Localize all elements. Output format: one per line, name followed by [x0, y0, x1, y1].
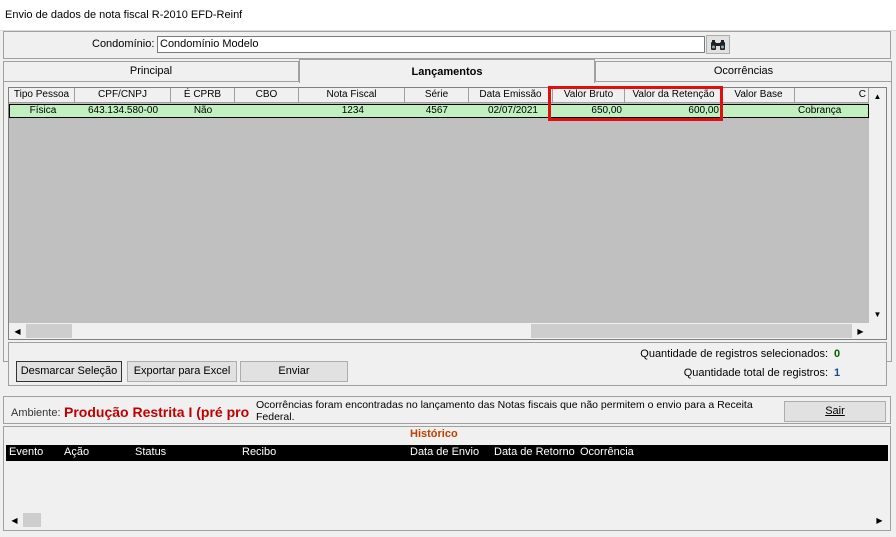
tab-lancamentos[interactable]: Lançamentos: [299, 59, 595, 83]
historico-list[interactable]: [6, 461, 888, 512]
binoculars-icon: [711, 39, 725, 50]
scroll-up-icon[interactable]: ▲: [869, 88, 886, 105]
total-count-label: Quantidade total de registros:: [683, 367, 828, 379]
window-title: Envio de dados de nota fiscal R-2010 EFD…: [0, 0, 896, 30]
col-data-emissao[interactable]: Data Emissão: [469, 88, 553, 103]
selected-count-value: 0: [834, 348, 841, 360]
ambiente-value: Produção Restrita I (pré pro: [64, 404, 250, 420]
col-cpf-cnpj[interactable]: CPF/CNPJ: [75, 88, 171, 103]
sair-button[interactable]: Sair: [784, 401, 886, 422]
desmarcar-selecao-button[interactable]: Desmarcar Seleção: [16, 361, 122, 382]
hscroll-thumb[interactable]: [531, 324, 853, 338]
tab-ocorrencias-label: Ocorrências: [713, 65, 774, 77]
col-valor-base[interactable]: Valor Base: [723, 88, 795, 103]
exportar-excel-button[interactable]: Exportar para Excel: [127, 361, 237, 382]
hist-scroll-left-icon[interactable]: ◀: [6, 512, 23, 528]
scroll-left-icon[interactable]: ◀: [9, 323, 26, 339]
grid-header: Tipo Pessoa CPF/CNPJ É CPRB CBO Nota Fis…: [9, 88, 869, 103]
ambiente-label: Ambiente:: [11, 407, 61, 419]
historico-header: Evento Ação Status Recibo Data de Envio …: [6, 445, 888, 461]
tab-principal-label: Principal: [129, 65, 173, 77]
hist-col-ocorrencia[interactable]: Ocorrência: [580, 446, 634, 458]
tab-lancamentos-label: Lançamentos: [411, 66, 483, 78]
historico-title: Histórico: [410, 428, 458, 440]
hist-col-evento[interactable]: Evento: [9, 446, 43, 458]
hist-col-data-retorno[interactable]: Data de Retorno: [494, 446, 575, 458]
hist-col-recibo[interactable]: Recibo: [242, 446, 276, 458]
grid-horizontal-scrollbar[interactable]: ◀ ▶: [9, 323, 869, 339]
col-e-cprb[interactable]: É CPRB: [171, 88, 235, 103]
condominio-label: Condomínio:: [92, 38, 155, 50]
condominio-field[interactable]: Condomínio Modelo: [157, 36, 705, 53]
lancamentos-grid[interactable]: [8, 87, 887, 340]
tab-ocorrencias[interactable]: Ocorrências: [595, 61, 892, 81]
table-row[interactable]: Física 643.134.580-00 Não 1234 4567 02/0…: [9, 104, 869, 118]
col-cbo[interactable]: CBO: [235, 88, 299, 103]
hist-col-acao[interactable]: Ação: [64, 446, 89, 458]
cell-c: Cobrança: [798, 105, 842, 116]
cell-serie: 4567: [425, 105, 448, 116]
col-c[interactable]: C: [795, 88, 869, 103]
scroll-corner: [869, 323, 886, 339]
cell-tipo: Física: [29, 105, 57, 116]
cell-data: 02/07/2021: [487, 105, 538, 116]
search-condominio-button[interactable]: [706, 35, 730, 54]
scroll-right-icon[interactable]: ▶: [852, 323, 869, 339]
col-tipo-pessoa[interactable]: Tipo Pessoa: [9, 88, 75, 103]
highlight-annotation: [548, 86, 723, 121]
col-serie[interactable]: Série: [405, 88, 469, 103]
tab-principal[interactable]: Principal: [3, 61, 299, 81]
col-nota-fiscal[interactable]: Nota Fiscal: [299, 88, 405, 103]
hist-hscroll-thumb[interactable]: [23, 513, 41, 527]
enviar-button[interactable]: Enviar: [240, 361, 348, 382]
total-count-value: 1: [834, 367, 841, 379]
cell-cpf: 643.134.580-00: [87, 105, 159, 116]
selected-count-label: Quantidade de registros selecionados:: [640, 348, 828, 360]
cell-base: [724, 105, 794, 117]
grid-vertical-scrollbar[interactable]: ▲ ▼: [869, 88, 886, 324]
sair-label: Sair: [825, 405, 845, 417]
cell-cprb: Não: [193, 105, 213, 116]
hist-col-status[interactable]: Status: [135, 446, 166, 458]
ocorrencia-message: Ocorrências foram encontradas no lançame…: [256, 399, 753, 423]
hscroll-thumb-left[interactable]: [26, 324, 72, 338]
cell-nota: 1234: [341, 105, 364, 116]
cell-cbo: [236, 105, 298, 117]
hist-scroll-right-icon[interactable]: ▶: [871, 512, 888, 528]
scroll-down-icon[interactable]: ▼: [869, 306, 886, 323]
hist-col-data-envio[interactable]: Data de Envio: [410, 446, 479, 458]
historico-horizontal-scrollbar[interactable]: ◀ ▶: [6, 512, 888, 528]
